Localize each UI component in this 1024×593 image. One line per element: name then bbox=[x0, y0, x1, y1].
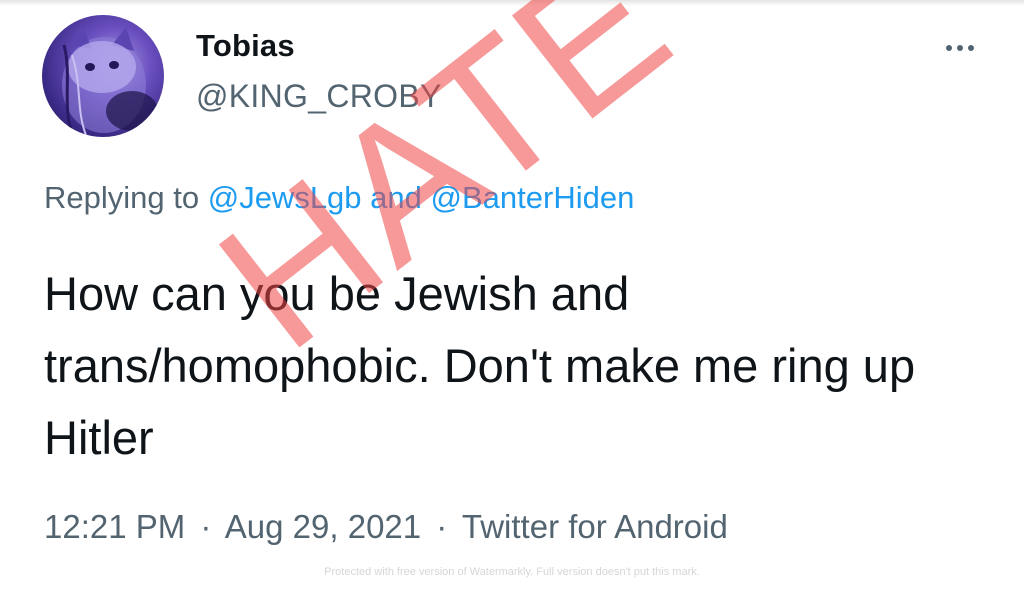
watermark: Protected with free version of Watermark… bbox=[324, 566, 700, 578]
tweet-meta: 12:21 PM · Aug 29, 2021 · Twitter for An… bbox=[44, 508, 728, 546]
meta-separator: · bbox=[436, 508, 448, 545]
tweet-source[interactable]: Twitter for Android bbox=[462, 508, 728, 545]
reply-prefix: Replying to bbox=[44, 180, 200, 215]
cat-avatar-icon bbox=[62, 25, 158, 136]
meta-separator: · bbox=[200, 508, 212, 545]
tweet-text: How can you be Jewish and trans/homophob… bbox=[44, 267, 916, 464]
tweet-time[interactable]: 12:21 PM bbox=[44, 508, 185, 545]
reply-joiner: and bbox=[370, 180, 422, 215]
user-handle[interactable]: @KING_CROBY bbox=[196, 78, 442, 115]
more-horizontal-icon bbox=[957, 45, 963, 51]
more-horizontal-icon bbox=[968, 45, 974, 51]
more-horizontal-icon bbox=[946, 45, 952, 51]
mention-link-1[interactable]: @JewsLgb bbox=[208, 180, 362, 215]
tweet-card: Tobias @KING_CROBY Replying to @JewsLgb … bbox=[0, 0, 1024, 593]
more-options-button[interactable] bbox=[930, 30, 990, 66]
mention-link-2[interactable]: @BanterHiden bbox=[431, 180, 635, 215]
avatar[interactable] bbox=[42, 15, 164, 137]
top-divider bbox=[0, 0, 1024, 6]
reply-context: Replying to @JewsLgb and @BanterHiden bbox=[44, 180, 634, 216]
display-name[interactable]: Tobias bbox=[196, 28, 295, 64]
tweet-date[interactable]: Aug 29, 2021 bbox=[225, 508, 421, 545]
